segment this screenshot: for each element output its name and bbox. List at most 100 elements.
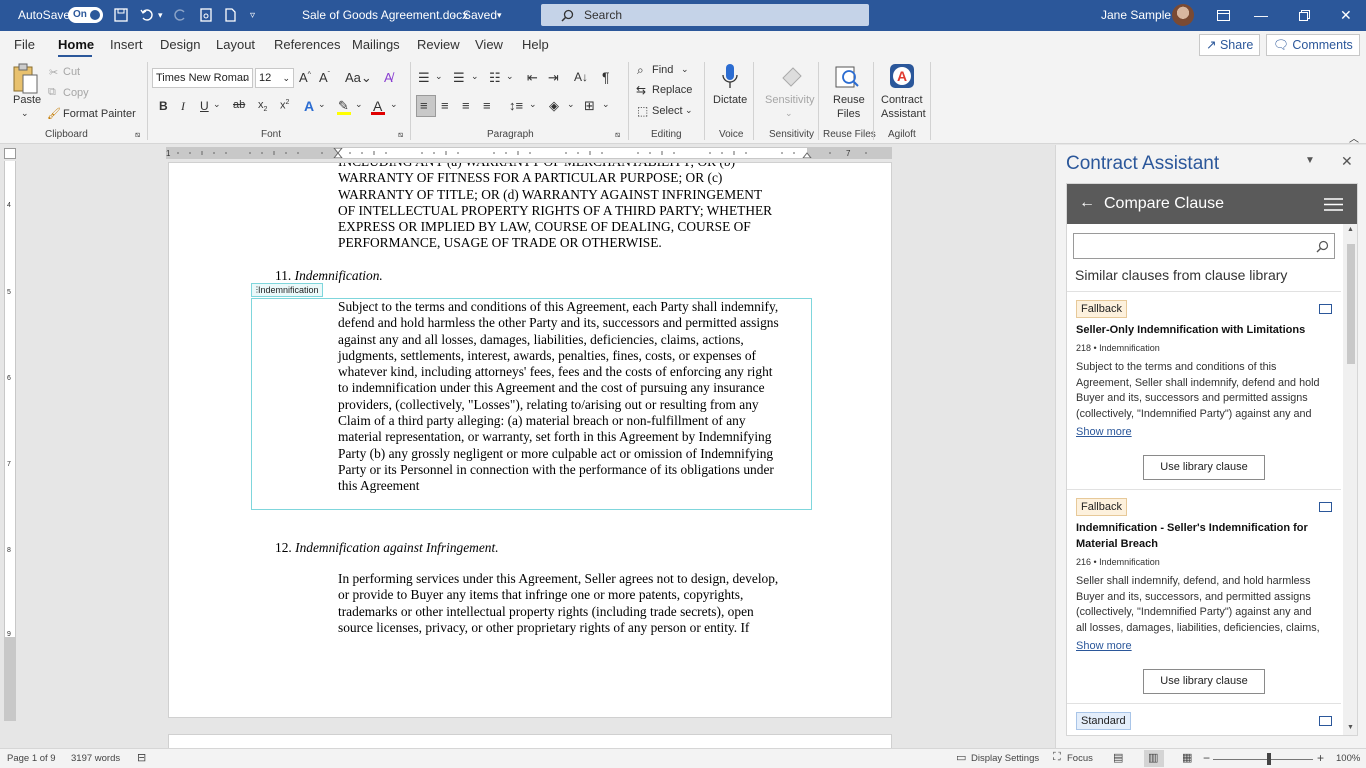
clipboard-launcher-icon[interactable]: ⧅ [135,130,140,140]
text-effects-dropdown-icon[interactable]: ⌄ [318,99,326,110]
save-status[interactable]: Saved [463,0,497,31]
paste-button[interactable]: Paste [13,94,41,106]
pane-close-icon[interactable]: ✕ [1341,153,1353,170]
tab-insert[interactable]: Insert [110,37,143,52]
copy-button[interactable]: Copy [63,87,89,99]
bold-icon[interactable]: B [159,99,168,113]
multilevel-list-icon[interactable]: ☷ [489,70,501,86]
justify-icon[interactable]: ≡ [483,98,491,113]
change-case-icon[interactable]: Aa⌄ [345,70,372,86]
clear-formatting-icon[interactable]: A̸ [384,70,393,85]
restore-icon[interactable] [1298,9,1310,21]
numbering-dropdown-icon[interactable]: ⌄ [471,71,479,82]
content-control-tag[interactable]: ⋮ Indemnification [251,283,323,297]
grow-font-icon[interactable]: A^ [299,70,311,85]
multilevel-dropdown-icon[interactable]: ⌄ [506,71,514,82]
print-preview-icon[interactable] [198,7,214,23]
bullets-icon[interactable]: ☰ [418,70,430,86]
section-11-body[interactable]: Subject to the terms and conditions of t… [338,299,813,495]
user-name[interactable]: Jane Sample [1101,0,1171,31]
reuse-files-icon[interactable] [833,62,861,92]
bullets-dropdown-icon[interactable]: ⌄ [435,71,443,82]
dictate-button[interactable]: Dictate [713,94,747,106]
contract-assistant-label-2[interactable]: Assistant [881,108,926,120]
align-center-icon[interactable]: ≡ [441,98,449,113]
agiloft-logo-icon[interactable]: A [889,63,915,89]
borders-icon[interactable]: ⊞ [584,98,595,114]
replace-button[interactable]: Replace [652,84,692,96]
font-launcher-icon[interactable]: ⧅ [398,130,403,140]
show-more-link[interactable]: Show more [1076,426,1132,438]
tab-review[interactable]: Review [417,37,460,52]
select-button[interactable]: Select [652,105,683,117]
reuse-files-label-1[interactable]: Reuse [833,94,865,106]
section-12-body[interactable]: In performing services under this Agreem… [338,571,813,636]
minimize-icon[interactable]: — [1254,0,1268,31]
back-arrow-icon[interactable]: ← [1079,194,1095,212]
format-painter-button[interactable]: Format Painter [63,108,136,120]
save-icon[interactable] [113,7,129,23]
sensitivity-dropdown-icon[interactable]: ⌄ [785,108,793,119]
word-count[interactable]: 3197 words [71,753,120,764]
search-box[interactable]: Search [541,4,869,26]
sensitivity-button[interactable]: Sensitivity [765,94,815,106]
hamburger-menu-icon[interactable] [1323,197,1343,211]
cut-button[interactable]: Cut [63,66,80,78]
tab-help[interactable]: Help [522,37,549,52]
decrease-indent-icon[interactable]: ⇤ [527,70,538,86]
sort-icon[interactable]: A↓ [574,70,588,84]
line-spacing-dropdown-icon[interactable]: ⌄ [529,99,537,110]
shrink-font-icon[interactable]: Aˇ [319,70,330,85]
ribbon-display-options-icon[interactable] [1216,8,1230,22]
subscript-icon[interactable]: x2 [258,99,267,113]
tab-mailings[interactable]: Mailings [352,37,400,52]
expand-icon[interactable] [1319,716,1332,726]
tab-file[interactable]: File [14,37,35,52]
strikethrough-icon[interactable]: ab [233,99,245,111]
tab-design[interactable]: Design [160,37,200,52]
numbering-icon[interactable]: ☰ [453,70,465,86]
redo-icon[interactable] [172,7,188,23]
drag-handle-icon[interactable]: ⋮ [253,284,261,296]
microphone-icon[interactable] [719,62,741,94]
tab-selector-icon[interactable] [4,148,16,159]
share-button[interactable]: ↗ Share [1199,34,1261,56]
font-name-dropdown[interactable]: Times New Roman ⌄ [152,68,253,88]
increase-indent-icon[interactable]: ⇥ [548,70,559,86]
paste-icon[interactable] [9,62,41,96]
zoom-level[interactable]: 100% [1336,753,1360,764]
document-page[interactable]: INCLUDING ANY (a) WARRANTY OF MERCHANTAB… [168,162,892,718]
contract-assistant-label-1[interactable]: Contract [881,94,923,106]
autosave-toggle[interactable]: On [68,7,103,23]
tab-view[interactable]: View [475,37,503,52]
expand-icon[interactable] [1319,304,1332,314]
pane-scrollbar[interactable]: ▲ ▼ [1343,224,1357,735]
find-dropdown-icon[interactable]: ⌄ [681,64,689,75]
select-dropdown-icon[interactable]: ⌄ [685,105,693,116]
print-layout-icon[interactable]: ▥ [1148,751,1158,764]
underline-icon[interactable]: U [200,99,209,113]
comments-button[interactable]: 🗨 Comments [1266,34,1360,56]
shading-icon[interactable]: ◈ [549,98,559,114]
vertical-ruler[interactable]: 4 5 6 7 8 9 [4,161,16,721]
save-status-chevron-icon[interactable]: ▾ [497,0,502,31]
document-page-next[interactable] [168,734,892,748]
tab-references[interactable]: References [274,37,340,52]
font-color-dropdown-icon[interactable]: ⌄ [390,99,398,110]
use-library-clause-button[interactable]: Use library clause [1143,455,1265,480]
zoom-out-icon[interactable]: − [1203,751,1210,765]
read-mode-icon[interactable]: ▤ [1113,751,1123,764]
close-icon[interactable]: ✕ [1340,0,1352,31]
borders-dropdown-icon[interactable]: ⌄ [602,99,610,110]
clause-search-input[interactable] [1073,233,1335,259]
web-layout-icon[interactable]: ▦ [1182,751,1192,764]
tab-home[interactable]: Home [58,37,94,52]
customize-toolbar-icon[interactable]: ▿ [250,0,255,31]
show-more-link[interactable]: Show more [1076,640,1132,652]
focus-button[interactable]: Focus [1067,753,1093,764]
font-size-dropdown[interactable]: 12 ⌄ [255,68,294,88]
scrollbar-thumb[interactable] [1347,244,1355,364]
show-formatting-icon[interactable]: ¶ [602,69,610,85]
shading-dropdown-icon[interactable]: ⌄ [567,99,575,110]
tab-layout[interactable]: Layout [216,37,255,52]
